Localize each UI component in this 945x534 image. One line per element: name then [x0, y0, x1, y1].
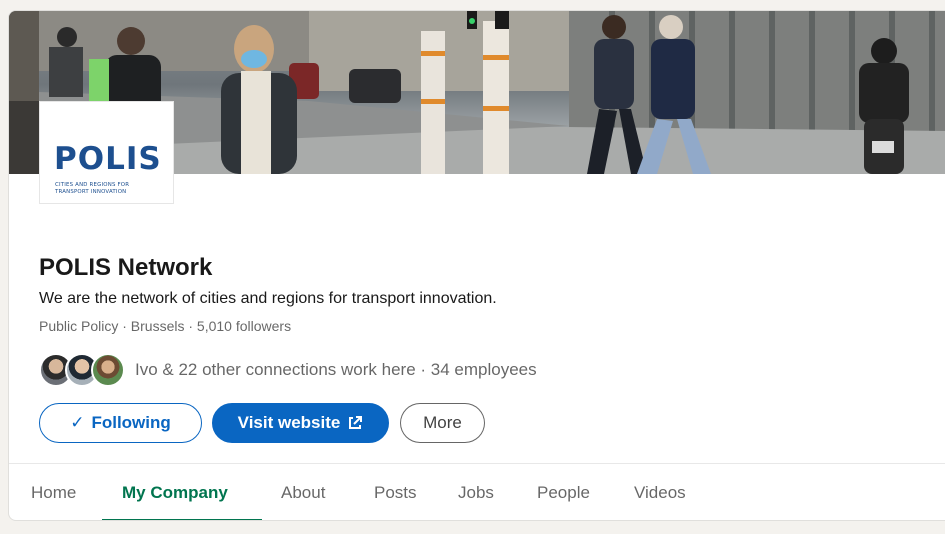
tab-my-company[interactable]: My Company — [122, 464, 228, 520]
following-label: Following — [91, 413, 171, 432]
more-button[interactable]: More — [400, 403, 485, 443]
company-meta: Public Policy · Brussels · 5,010 followe… — [39, 318, 292, 334]
logo-wordmark: POLIS — [54, 141, 162, 177]
company-logo[interactable]: POLIS CITIES AND REGIONS FOR TRANSPORT I… — [39, 101, 174, 204]
logo-tagline-line1: CITIES AND REGIONS FOR — [55, 182, 130, 188]
tab-home[interactable]: Home — [31, 464, 76, 520]
connection-avatars — [39, 351, 129, 389]
visit-website-button[interactable]: Visit website — [212, 403, 389, 443]
company-page-card: POLIS CITIES AND REGIONS FOR TRANSPORT I… — [8, 10, 945, 521]
visit-website-label: Visit website — [237, 413, 341, 432]
company-name: POLIS Network — [39, 254, 213, 281]
active-tab-indicator — [102, 519, 262, 520]
tab-jobs[interactable]: Jobs — [458, 464, 494, 520]
tab-about[interactable]: About — [281, 464, 325, 520]
connections-text: Ivo & 22 other connections work here · 3… — [135, 360, 537, 379]
connections-row[interactable]: Ivo & 22 other connections work here · 3… — [39, 351, 537, 389]
external-link-icon — [349, 416, 363, 429]
tab-people[interactable]: People — [537, 464, 590, 520]
avatar — [91, 353, 125, 387]
following-button[interactable]: ✓ Following — [39, 403, 202, 443]
check-icon: ✓ — [70, 413, 85, 432]
company-tagline: We are the network of cities and regions… — [39, 290, 497, 307]
more-label: More — [423, 413, 462, 432]
logo-tagline-line2: TRANSPORT INNOVATION — [55, 189, 127, 195]
tab-posts[interactable]: Posts — [374, 464, 417, 520]
tab-videos[interactable]: Videos — [634, 464, 686, 520]
page-tabs: Home My Company About Posts Jobs People … — [9, 464, 945, 520]
